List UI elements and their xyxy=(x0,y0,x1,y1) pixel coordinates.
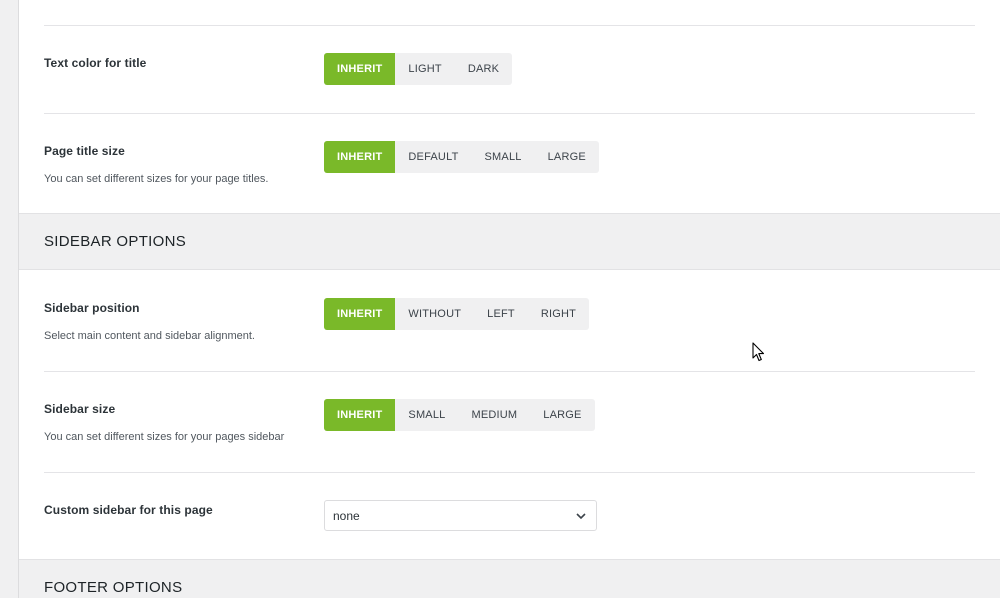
section-title: FOOTER OPTIONS xyxy=(44,579,183,596)
section-header-footer: FOOTER OPTIONS xyxy=(19,559,1000,598)
options-panel: Text color for title INHERIT LIGHT DARK … xyxy=(18,0,1000,598)
page-title-size-button-group: INHERIT DEFAULT SMALL LARGE xyxy=(324,141,599,173)
section-header-sidebar: SIDEBAR OPTIONS xyxy=(19,213,1000,270)
chevron-down-icon xyxy=(576,513,586,520)
sidebar-size-option-medium[interactable]: MEDIUM xyxy=(458,399,530,431)
title-color-button-group: INHERIT LIGHT DARK xyxy=(324,53,513,85)
row-title: Custom sidebar for this page xyxy=(44,503,213,517)
mouse-pointer-icon xyxy=(752,342,765,362)
sidebar-size-button-group: INHERIT SMALL MEDIUM LARGE xyxy=(324,399,595,431)
custom-sidebar-select[interactable]: none xyxy=(324,500,597,531)
sidebar-size-option-large[interactable]: LARGE xyxy=(530,399,594,431)
page-title-size-option-default[interactable]: DEFAULT xyxy=(395,141,471,173)
admin-left-gutter xyxy=(0,0,18,598)
row-title: Sidebar size xyxy=(44,402,116,416)
row-description: You can set different sizes for your pag… xyxy=(44,431,285,443)
row-description: Select main content and sidebar alignmen… xyxy=(44,330,255,342)
row-sidebar-position: Sidebar position Select main content and… xyxy=(44,270,975,372)
sidebar-size-option-small[interactable]: SMALL xyxy=(395,399,458,431)
page-title-size-option-small[interactable]: SMALL xyxy=(472,141,535,173)
sidebar-size-option-inherit[interactable]: INHERIT xyxy=(324,399,396,431)
section-title: SIDEBAR OPTIONS xyxy=(44,233,187,250)
sidebar-position-option-inherit[interactable]: INHERIT xyxy=(324,298,396,330)
page-title-size-option-inherit[interactable]: INHERIT xyxy=(324,141,396,173)
row-description: You can set different sizes for your pag… xyxy=(44,173,269,185)
row-title: Text color for title xyxy=(44,56,147,70)
sidebar-position-option-left[interactable]: LEFT xyxy=(474,298,528,330)
row-title-color: Text color for title INHERIT LIGHT DARK xyxy=(44,26,975,114)
row-page-title-size: Page title size You can set different si… xyxy=(44,114,975,213)
title-color-option-light[interactable]: LIGHT xyxy=(395,53,454,85)
row-title: Page title size xyxy=(44,144,125,158)
title-color-option-dark[interactable]: DARK xyxy=(455,53,512,85)
sidebar-position-option-right[interactable]: RIGHT xyxy=(528,298,589,330)
sidebar-position-button-group: INHERIT WITHOUT LEFT RIGHT xyxy=(324,298,590,330)
page-title-size-option-large[interactable]: LARGE xyxy=(535,141,599,173)
title-color-option-inherit[interactable]: INHERIT xyxy=(324,53,396,85)
row-title: Sidebar position xyxy=(44,301,140,315)
sidebar-position-option-without[interactable]: WITHOUT xyxy=(395,298,474,330)
row-sidebar-size: Sidebar size You can set different sizes… xyxy=(44,372,975,473)
custom-sidebar-select-value: none xyxy=(333,508,360,523)
